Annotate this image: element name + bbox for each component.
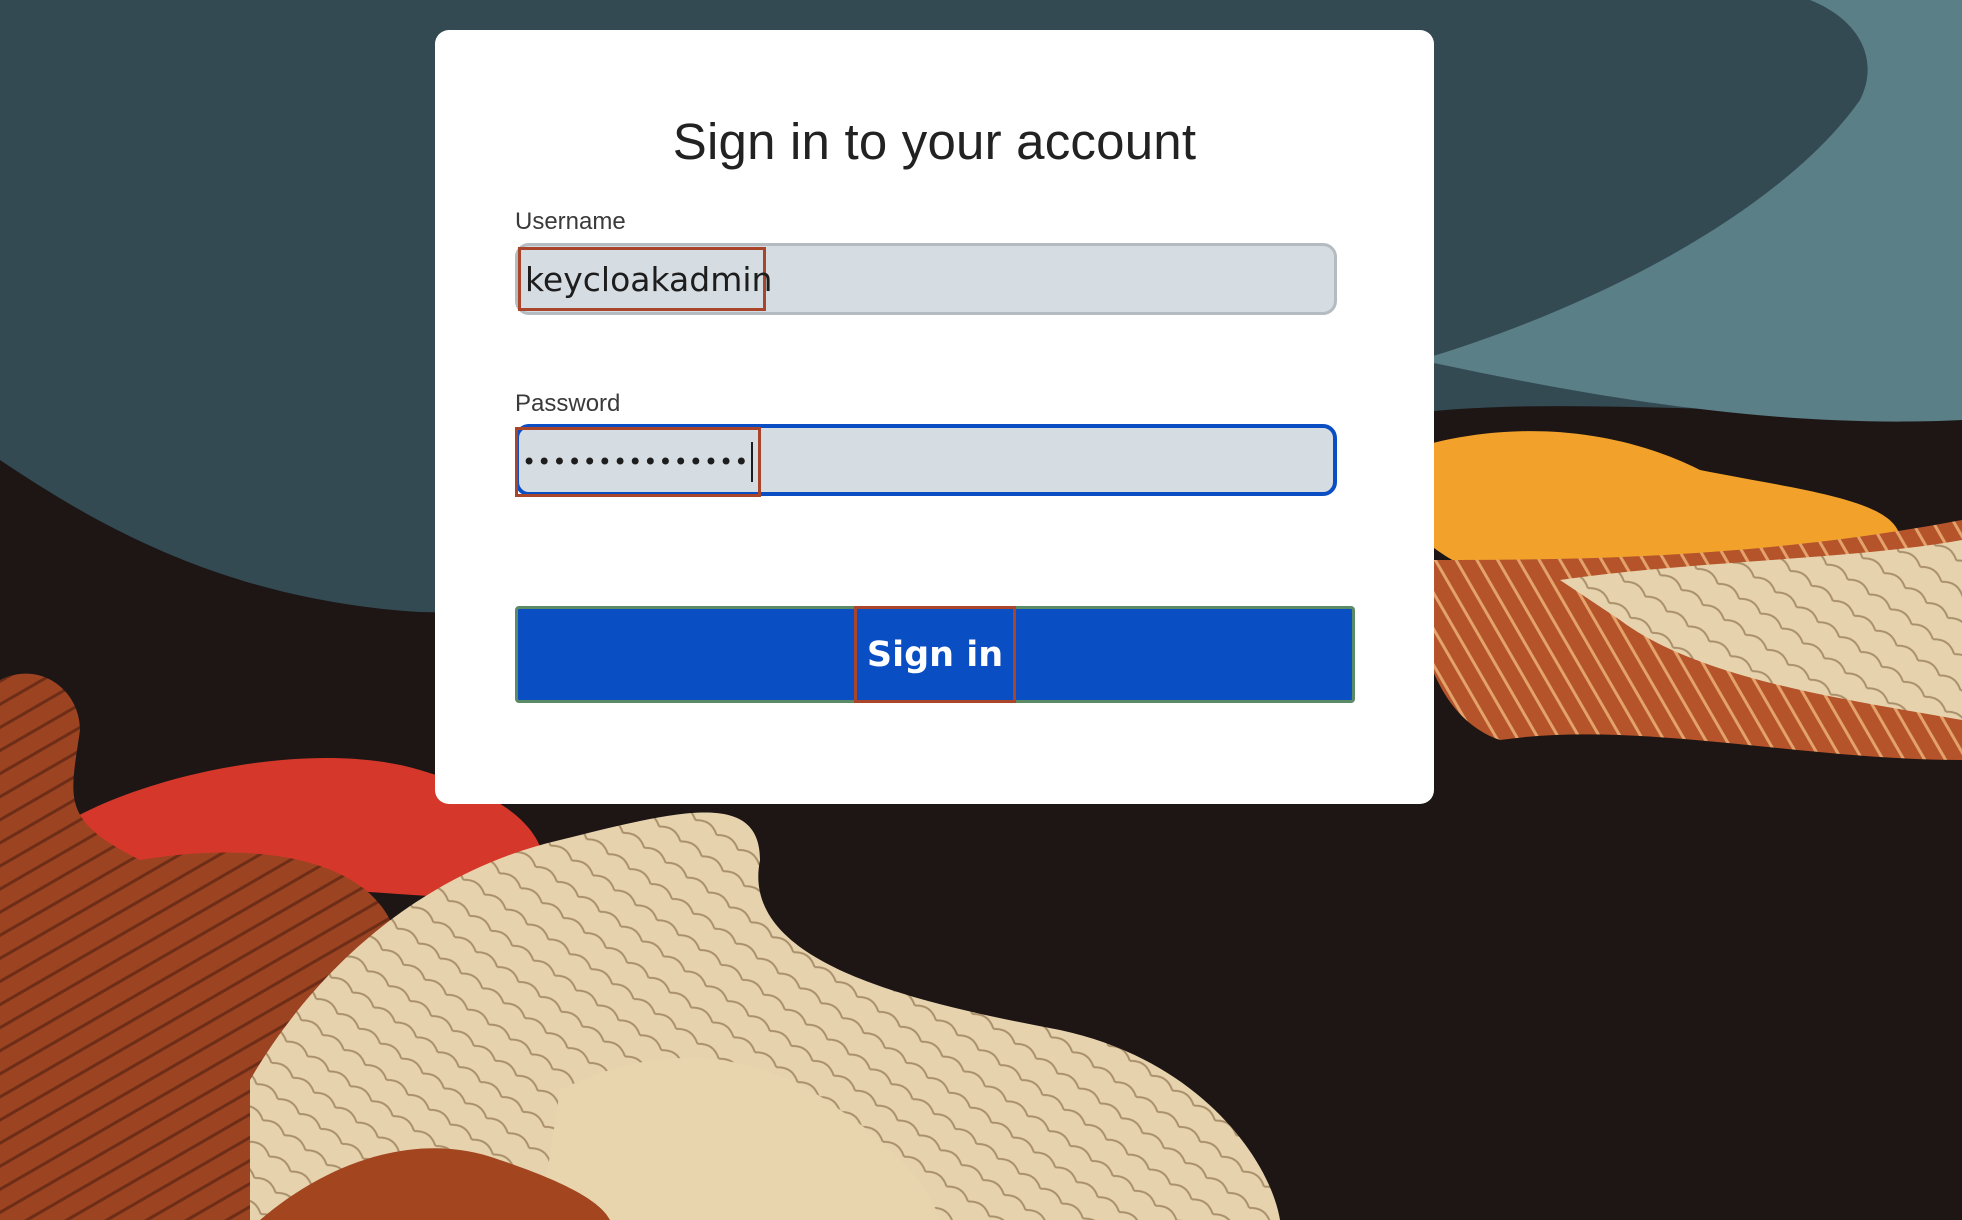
password-value-box: ••••••••••••••• (515, 427, 761, 497)
sign-in-button-label: Sign in (854, 606, 1016, 703)
page-title: Sign in to your account (672, 113, 1197, 170)
password-input[interactable]: ••••••••••••••• (515, 424, 1337, 497)
sign-in-button[interactable]: Sign in (515, 606, 1355, 703)
password-masked-value: ••••••••••••••• (522, 448, 750, 476)
login-card: Sign in to your account Username keycloa… (435, 30, 1434, 804)
password-label: Password (515, 390, 621, 417)
login-page: Sign in to your account Username keycloa… (0, 0, 1962, 1220)
username-label: Username (515, 208, 626, 235)
text-caret (751, 442, 754, 482)
username-value: keycloakadmin (518, 247, 772, 311)
username-input[interactable]: keycloakadmin (515, 243, 1337, 315)
